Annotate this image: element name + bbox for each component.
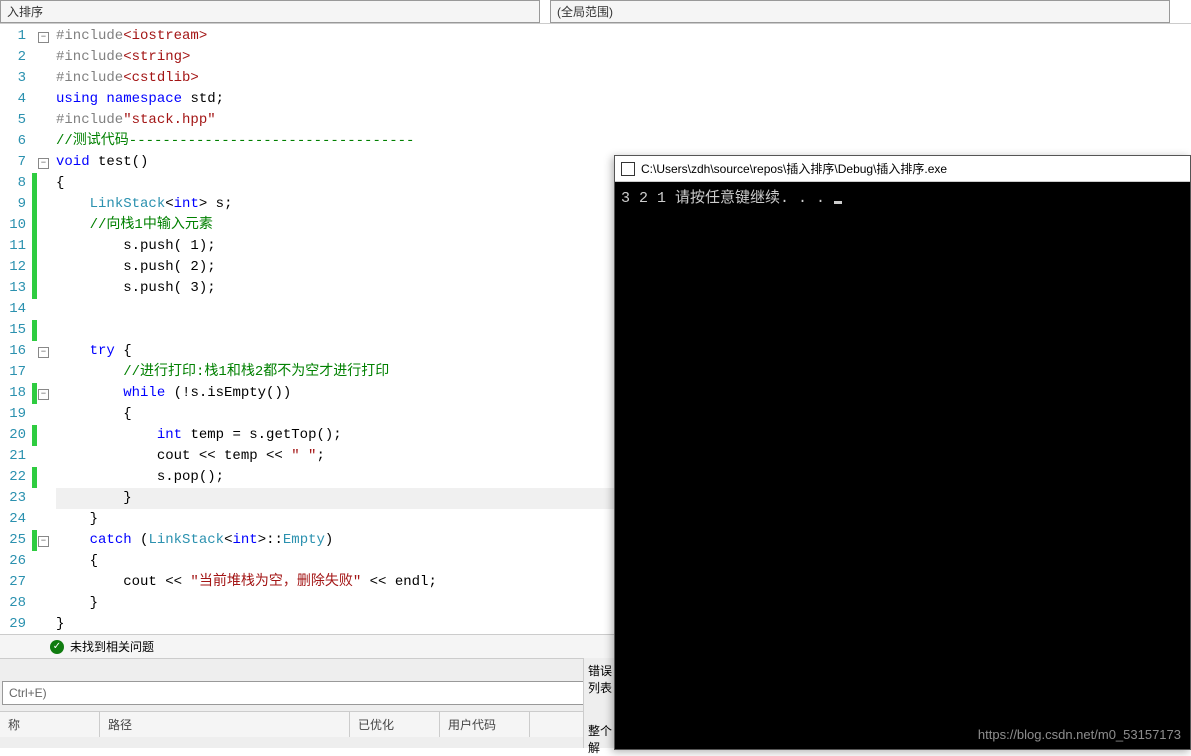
code-line[interactable]: #include<cstdlib> (56, 68, 1191, 89)
console-cursor (834, 201, 842, 204)
line-number: 9 (0, 194, 26, 215)
col-optimized[interactable]: 已优化 (350, 712, 440, 737)
change-mark (32, 530, 37, 551)
line-number: 23 (0, 488, 26, 509)
fold-toggle[interactable]: − (38, 389, 49, 400)
line-number: 1 (0, 26, 26, 47)
console-output: 3 2 1 请按任意键继续. . . (615, 182, 1190, 749)
line-number: 2 (0, 47, 26, 68)
change-mark (32, 194, 37, 215)
line-number: 8 (0, 173, 26, 194)
change-mark (32, 257, 37, 278)
scope-dropdown-left[interactable]: 入排序 (0, 0, 540, 23)
code-line[interactable]: #include"stack.hpp" (56, 110, 1191, 131)
scope-left-text: 入排序 (7, 5, 43, 19)
line-number: 5 (0, 110, 26, 131)
line-number: 10 (0, 215, 26, 236)
console-app-icon (621, 162, 635, 176)
change-mark (32, 383, 37, 404)
line-number: 24 (0, 509, 26, 530)
change-mark (32, 425, 37, 446)
change-mark (32, 320, 37, 341)
col-name[interactable]: 称 (0, 712, 100, 737)
line-number: 11 (0, 236, 26, 257)
line-number-gutter: 1234567891011121314151617181920212223242… (0, 24, 32, 634)
code-line[interactable]: //测试代码---------------------------------- (56, 131, 1191, 152)
line-number: 7 (0, 152, 26, 173)
line-number: 28 (0, 593, 26, 614)
line-number: 3 (0, 68, 26, 89)
line-number: 12 (0, 257, 26, 278)
line-number: 16 (0, 341, 26, 362)
console-window[interactable]: C:\Users\zdh\source\repos\插入排序\Debug\插入排… (614, 155, 1191, 750)
line-number: 26 (0, 551, 26, 572)
line-number: 17 (0, 362, 26, 383)
fold-column[interactable]: − − − − − (38, 24, 56, 634)
console-title-text: C:\Users\zdh\source\repos\插入排序\Debug\插入排… (641, 160, 947, 177)
change-mark (32, 467, 37, 488)
fold-toggle[interactable]: − (38, 158, 49, 169)
col-path[interactable]: 路径 (100, 712, 350, 737)
watermark: https://blog.csdn.net/m0_53157173 (978, 727, 1181, 742)
check-icon: ✓ (50, 640, 64, 654)
code-line[interactable]: #include<string> (56, 47, 1191, 68)
search-placeholder: Ctrl+E) (9, 686, 47, 700)
line-number: 27 (0, 572, 26, 593)
line-number: 29 (0, 614, 26, 635)
scope-right-text: (全局范围) (557, 5, 613, 19)
line-number: 22 (0, 467, 26, 488)
change-mark (32, 215, 37, 236)
line-number: 6 (0, 131, 26, 152)
fold-toggle[interactable]: − (38, 32, 49, 43)
fold-toggle[interactable]: − (38, 536, 49, 547)
line-number: 21 (0, 446, 26, 467)
line-number: 14 (0, 299, 26, 320)
line-number: 15 (0, 320, 26, 341)
line-number: 19 (0, 404, 26, 425)
line-number: 25 (0, 530, 26, 551)
code-line[interactable]: #include<iostream> (56, 26, 1191, 47)
console-titlebar[interactable]: C:\Users\zdh\source\repos\插入排序\Debug\插入排… (615, 156, 1190, 182)
change-mark (32, 236, 37, 257)
line-number: 18 (0, 383, 26, 404)
scope-dropdown-right[interactable]: (全局范围) (550, 0, 1170, 23)
line-number: 20 (0, 425, 26, 446)
change-mark (32, 278, 37, 299)
col-usercode[interactable]: 用户代码 (440, 712, 530, 737)
status-text: 未找到相关问题 (70, 638, 154, 655)
code-line[interactable]: using namespace std; (56, 89, 1191, 110)
fold-toggle[interactable]: − (38, 347, 49, 358)
line-number: 13 (0, 278, 26, 299)
change-mark (32, 173, 37, 194)
line-number: 4 (0, 89, 26, 110)
